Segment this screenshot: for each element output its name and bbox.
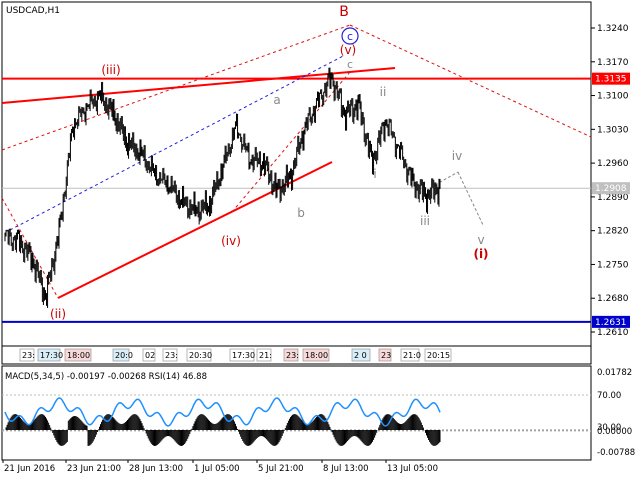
price-tick-label: 1.2890: [597, 193, 629, 203]
price-axis: 1.3240 1.3170 1.3100 1.3030 1.2960 1.2890 1.28…: [591, 24, 629, 338]
price-tick-label: 1.2960: [597, 159, 629, 169]
session-label: 18:00: [305, 351, 328, 360]
price-tick-label: 1.2820: [597, 227, 629, 237]
wave-label-iii_red: (iii): [101, 63, 120, 77]
session-label: 20:30: [189, 351, 212, 360]
time-tick-label: 28 Jun 13:00: [129, 464, 183, 474]
session-label: 20:15: [427, 351, 450, 360]
price-tick-label: 1.3030: [597, 125, 629, 135]
wave-label-ii_red: (ii): [50, 307, 66, 321]
session-label: 20:0: [115, 351, 133, 360]
session-label: 21:: [259, 351, 272, 360]
time-tick-label: 8 Jul 13:00: [323, 464, 369, 474]
support-label: 1.2631: [595, 318, 627, 328]
time-tick-label: 23 Jun 21:00: [67, 464, 121, 474]
current-price-label: 1.2908: [595, 184, 627, 194]
wave-label-iii_gray: iii: [420, 214, 430, 228]
wave-label-b: b: [297, 206, 305, 220]
time-tick-label: 1 Jul 05:00: [194, 464, 240, 474]
session-label: 17:30: [232, 351, 255, 360]
session-label: 17:30: [40, 351, 63, 360]
session-labels: 23: 17:30 18:00 20:0 02 23: 20:30 17:30 21: 23: 18…: [19, 348, 452, 362]
resistance-label: 1.3135: [595, 75, 627, 85]
wave-label-c_circle: c: [347, 30, 353, 43]
session-label: 23:: [286, 351, 299, 360]
wave-label-iv_red: (iv): [221, 234, 241, 248]
wave-label-c_gray: c: [347, 58, 353, 71]
price-pane-frame: [1, 1, 592, 347]
price-tick-label: 1.2750: [597, 260, 629, 270]
indicator-tick-label: 70.00: [597, 391, 621, 401]
indicator-tick-label: 0.00000: [597, 427, 632, 437]
wave-label-v_gray: v: [477, 233, 484, 247]
wave-label-i: i: [373, 167, 376, 181]
symbol-label: USDCAD,H1: [6, 6, 60, 16]
wave-label-B: B: [339, 4, 349, 20]
session-label: 21:0: [403, 351, 421, 360]
session-label: 23:: [165, 351, 178, 360]
indicator-tick-label: 0.01782: [597, 368, 632, 378]
chart-canvas: 1.3240 1.3170 1.3100 1.3030 1.2960 1.2890 1.28…: [1, 1, 635, 474]
price-tick-label: 1.3170: [597, 58, 629, 68]
session-label: 02: [145, 351, 155, 360]
wave-label-iv_gray: iv: [452, 149, 462, 163]
wave-label-i_red: (i): [473, 247, 488, 261]
indicator-axis: 0.0178270.0030.000.00000-0.00788: [597, 368, 635, 458]
time-tick-label: 21 Jun 2016: [4, 464, 55, 474]
session-label: 18:00: [67, 351, 90, 360]
price-tick-label: 1.2610: [597, 328, 629, 338]
session-label: 2 0: [354, 351, 367, 360]
time-tick-label: 5 Jul 21:00: [258, 464, 304, 474]
price-tick-label: 1.2680: [597, 294, 629, 304]
indicator-title: MACD(5,34,5) -0.00197 -0.00268 RSI(14) 4…: [5, 372, 207, 382]
time-tick-label: 13 Jul 05:00: [387, 464, 438, 474]
wave-label-v_red: (v): [340, 43, 356, 57]
price-tick-label: 1.3100: [597, 92, 629, 102]
indicator-tick-label: -0.00788: [597, 448, 635, 458]
session-label: 23: [381, 351, 391, 360]
wave-label-a: a: [273, 93, 280, 107]
session-label: 23:: [22, 351, 35, 360]
time-axis: 21 Jun 2016 23 Jun 21:00 28 Jun 13:00 1 Jul…: [2, 460, 438, 474]
wave-label-ii: ii: [380, 85, 387, 99]
price-tick-label: 1.3240: [597, 24, 629, 34]
